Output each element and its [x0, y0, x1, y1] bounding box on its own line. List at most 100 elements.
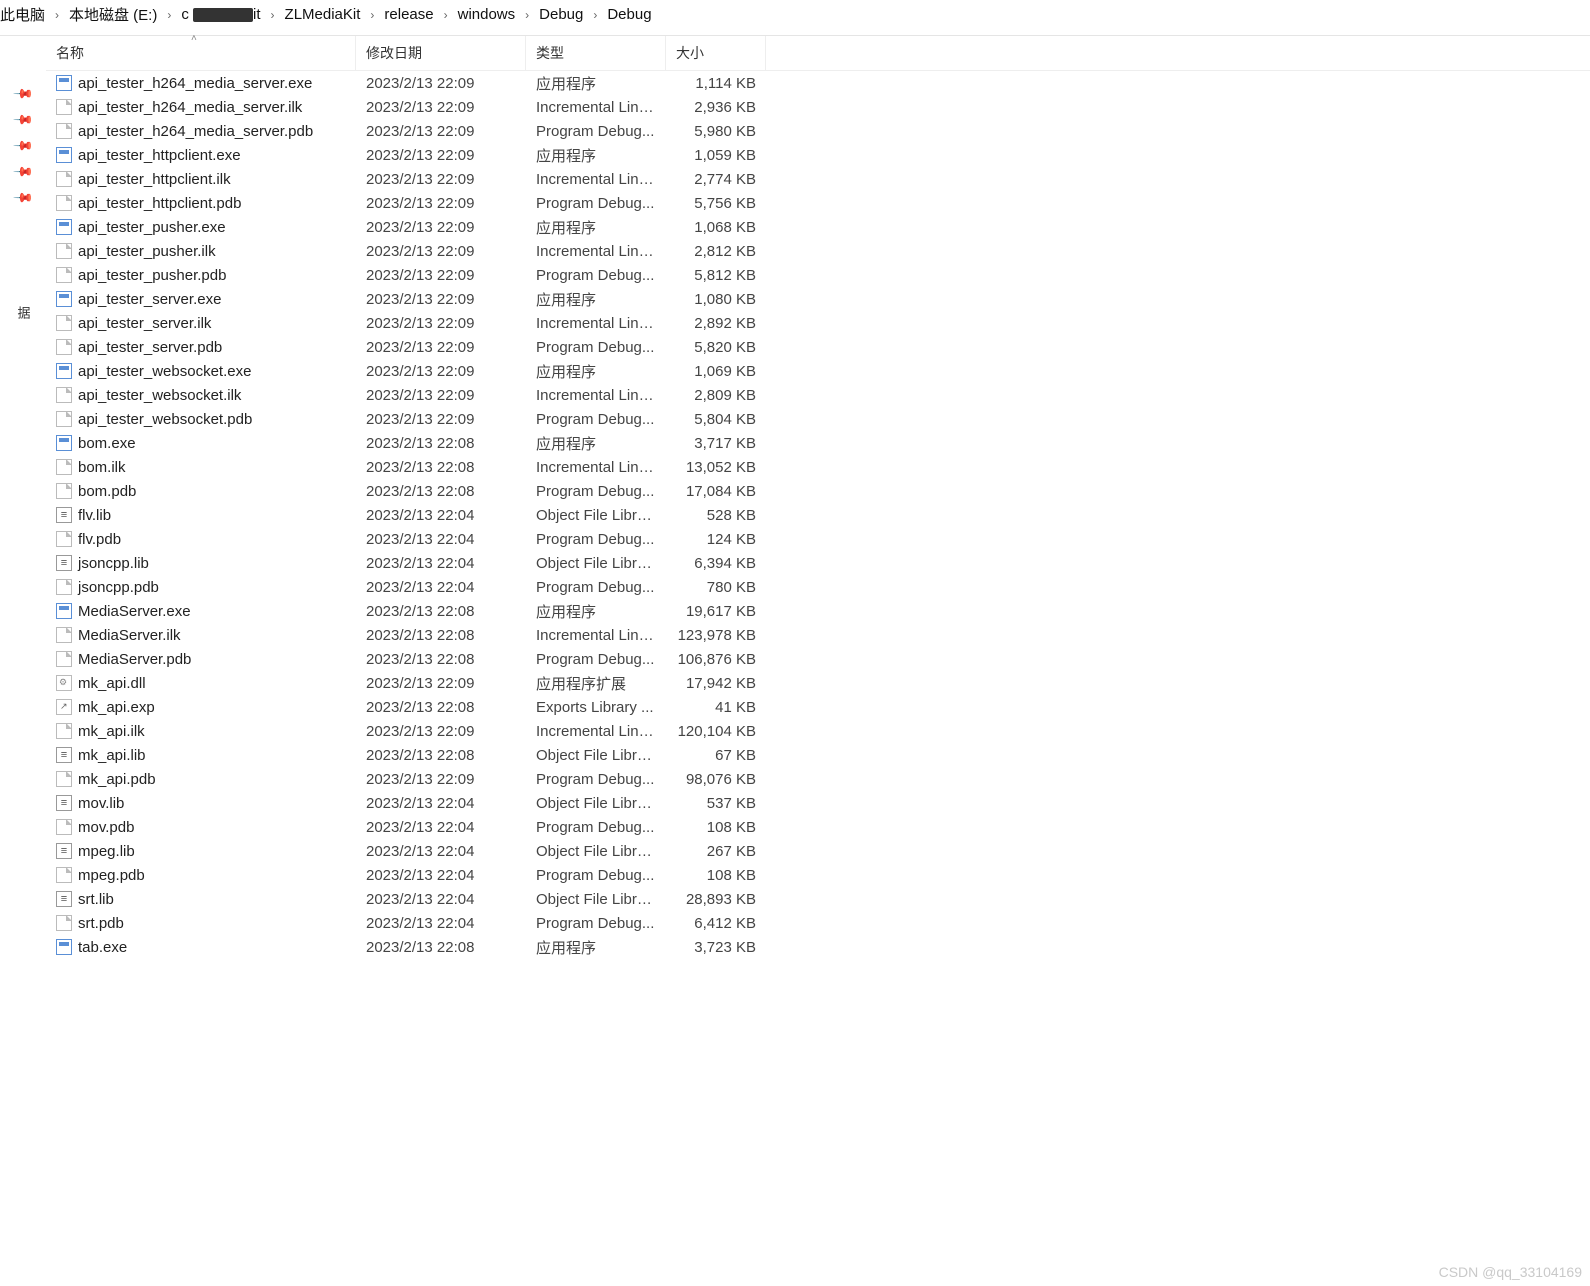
file-row[interactable]: srt.pdb2023/2/13 22:04Program Debug...6,… [46, 911, 1590, 935]
file-row[interactable]: flv.pdb2023/2/13 22:04Program Debug...12… [46, 527, 1590, 551]
file-row[interactable]: bom.pdb2023/2/13 22:08Program Debug...17… [46, 479, 1590, 503]
file-name-cell[interactable]: mk_api.ilk [46, 723, 356, 740]
file-name-cell[interactable]: flv.pdb [46, 531, 356, 548]
file-row[interactable]: api_tester_websocket.pdb2023/2/13 22:09P… [46, 407, 1590, 431]
file-row[interactable]: api_tester_websocket.ilk2023/2/13 22:09I… [46, 383, 1590, 407]
file-row[interactable]: api_tester_h264_media_server.exe2023/2/1… [46, 71, 1590, 95]
file-row[interactable]: srt.lib2023/2/13 22:04Object File Librar… [46, 887, 1590, 911]
file-date-cell: 2023/2/13 22:09 [356, 243, 526, 260]
file-row[interactable]: api_tester_pusher.pdb2023/2/13 22:09Prog… [46, 263, 1590, 287]
file-name-cell[interactable]: bom.exe [46, 435, 356, 452]
file-row[interactable]: api_tester_pusher.exe2023/2/13 22:09应用程序… [46, 215, 1590, 239]
pin-icon[interactable]: 📌 [12, 109, 35, 132]
file-name-cell[interactable]: mk_api.pdb [46, 771, 356, 788]
file-name-cell[interactable]: api_tester_h264_media_server.ilk [46, 99, 356, 116]
file-name-cell[interactable]: api_tester_server.pdb [46, 339, 356, 356]
file-row[interactable]: MediaServer.pdb2023/2/13 22:08Program De… [46, 647, 1590, 671]
pin-icon[interactable]: 📌 [12, 187, 35, 210]
file-name-cell[interactable]: api_tester_h264_media_server.exe [46, 75, 356, 92]
file-name-cell[interactable]: MediaServer.ilk [46, 627, 356, 644]
breadcrumb-segment[interactable]: ZLMediaKit [285, 6, 361, 23]
file-row[interactable]: mk_api.lib2023/2/13 22:08Object File Lib… [46, 743, 1590, 767]
file-row[interactable]: api_tester_h264_media_server.ilk2023/2/1… [46, 95, 1590, 119]
file-name-cell[interactable]: api_tester_pusher.pdb [46, 267, 356, 284]
breadcrumb-segment[interactable]: 此电脑 [0, 4, 45, 25]
file-name-cell[interactable]: mov.lib [46, 795, 356, 812]
file-row[interactable]: mk_api.pdb2023/2/13 22:09Program Debug..… [46, 767, 1590, 791]
file-row[interactable]: api_tester_httpclient.exe2023/2/13 22:09… [46, 143, 1590, 167]
file-row[interactable]: api_tester_httpclient.pdb2023/2/13 22:09… [46, 191, 1590, 215]
file-row[interactable]: mov.lib2023/2/13 22:04Object File Librar… [46, 791, 1590, 815]
file-row[interactable]: mk_api.exp2023/2/13 22:08Exports Library… [46, 695, 1590, 719]
file-name-cell[interactable]: api_tester_server.exe [46, 291, 356, 308]
breadcrumb-segment[interactable]: windows [458, 6, 516, 23]
file-row[interactable]: bom.ilk2023/2/13 22:08Incremental Link..… [46, 455, 1590, 479]
file-name-cell[interactable]: mpeg.lib [46, 843, 356, 860]
file-row[interactable]: mk_api.ilk2023/2/13 22:09Incremental Lin… [46, 719, 1590, 743]
file-name-cell[interactable]: mpeg.pdb [46, 867, 356, 884]
file-name-cell[interactable]: api_tester_websocket.exe [46, 363, 356, 380]
column-name[interactable]: 名称 ˄ [46, 36, 356, 70]
breadcrumb-segment[interactable]: release [384, 6, 433, 23]
file-name-label: srt.pdb [78, 915, 124, 932]
file-name-label: api_tester_websocket.pdb [78, 411, 252, 428]
file-name-cell[interactable]: api_tester_pusher.ilk [46, 243, 356, 260]
file-name-cell[interactable]: MediaServer.pdb [46, 651, 356, 668]
file-row[interactable]: api_tester_websocket.exe2023/2/13 22:09应… [46, 359, 1590, 383]
file-name-cell[interactable]: bom.ilk [46, 459, 356, 476]
file-row[interactable]: api_tester_pusher.ilk2023/2/13 22:09Incr… [46, 239, 1590, 263]
breadcrumb-segment[interactable]: Debug [539, 6, 583, 23]
file-name-cell[interactable]: flv.lib [46, 507, 356, 524]
file-row[interactable]: flv.lib2023/2/13 22:04Object File Librar… [46, 503, 1590, 527]
file-name-cell[interactable]: api_tester_server.ilk [46, 315, 356, 332]
file-row[interactable]: jsoncpp.lib2023/2/13 22:04Object File Li… [46, 551, 1590, 575]
column-date[interactable]: 修改日期 [356, 36, 526, 70]
file-row[interactable]: MediaServer.ilk2023/2/13 22:08Incrementa… [46, 623, 1590, 647]
file-name-cell[interactable]: mk_api.lib [46, 747, 356, 764]
file-name-cell[interactable]: api_tester_h264_media_server.pdb [46, 123, 356, 140]
file-row[interactable]: MediaServer.exe2023/2/13 22:08应用程序19,617… [46, 599, 1590, 623]
file-name-cell[interactable]: mov.pdb [46, 819, 356, 836]
file-name-label: api_tester_httpclient.exe [78, 147, 241, 164]
file-name-cell[interactable]: srt.pdb [46, 915, 356, 932]
exe-icon [56, 219, 72, 235]
file-name-cell[interactable]: api_tester_httpclient.ilk [46, 171, 356, 188]
breadcrumb-segment[interactable]: 本地磁盘 (E:) [69, 4, 157, 25]
file-date-cell: 2023/2/13 22:09 [356, 99, 526, 116]
pin-icon[interactable]: 📌 [12, 135, 35, 158]
column-type[interactable]: 类型 [526, 36, 666, 70]
file-row[interactable]: mk_api.dll2023/2/13 22:09应用程序扩展17,942 KB [46, 671, 1590, 695]
file-row[interactable]: api_tester_httpclient.ilk2023/2/13 22:09… [46, 167, 1590, 191]
file-name-cell[interactable]: mk_api.dll [46, 675, 356, 692]
file-row[interactable]: jsoncpp.pdb2023/2/13 22:04Program Debug.… [46, 575, 1590, 599]
file-row[interactable]: bom.exe2023/2/13 22:08应用程序3,717 KB [46, 431, 1590, 455]
column-size[interactable]: 大小 [666, 36, 766, 70]
file-name-cell[interactable]: MediaServer.exe [46, 603, 356, 620]
file-name-cell[interactable]: api_tester_pusher.exe [46, 219, 356, 236]
file-name-cell[interactable]: jsoncpp.lib [46, 555, 356, 572]
file-row[interactable]: mov.pdb2023/2/13 22:04Program Debug...10… [46, 815, 1590, 839]
breadcrumb[interactable]: 此电脑›本地磁盘 (E:)›c it›ZLMediaKit›release›wi… [0, 0, 1590, 36]
file-row[interactable]: mpeg.pdb2023/2/13 22:04Program Debug...1… [46, 863, 1590, 887]
file-name-cell[interactable]: mk_api.exp [46, 699, 356, 716]
breadcrumb-segment[interactable]: Debug [607, 6, 651, 23]
file-name-cell[interactable]: api_tester_websocket.ilk [46, 387, 356, 404]
file-name-cell[interactable]: bom.pdb [46, 483, 356, 500]
file-name-cell[interactable]: srt.lib [46, 891, 356, 908]
file-name-cell[interactable]: api_tester_websocket.pdb [46, 411, 356, 428]
file-row[interactable]: api_tester_h264_media_server.pdb2023/2/1… [46, 119, 1590, 143]
breadcrumb-segment[interactable]: c it [181, 6, 260, 23]
file-name-cell[interactable]: tab.exe [46, 939, 356, 956]
file-name-cell[interactable]: jsoncpp.pdb [46, 579, 356, 596]
file-row[interactable]: tab.exe2023/2/13 22:08应用程序3,723 KB [46, 935, 1590, 959]
file-row[interactable]: api_tester_server.ilk2023/2/13 22:09Incr… [46, 311, 1590, 335]
file-name-cell[interactable]: api_tester_httpclient.exe [46, 147, 356, 164]
file-row[interactable]: mpeg.lib2023/2/13 22:04Object File Libra… [46, 839, 1590, 863]
pin-icon[interactable]: 📌 [12, 161, 35, 184]
file-row[interactable]: api_tester_server.exe2023/2/13 22:09应用程序… [46, 287, 1590, 311]
file-row[interactable]: api_tester_server.pdb2023/2/13 22:09Prog… [46, 335, 1590, 359]
file-size-cell: 1,114 KB [666, 75, 766, 92]
pin-icon[interactable]: 📌 [12, 83, 35, 106]
file-name-cell[interactable]: api_tester_httpclient.pdb [46, 195, 356, 212]
file-type-cell: 应用程序 [526, 73, 666, 94]
